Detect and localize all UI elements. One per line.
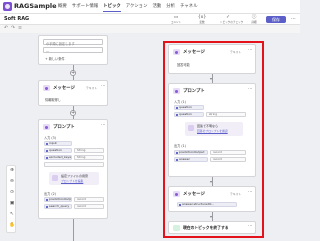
tab-activity[interactable]: 活動	[152, 3, 161, 9]
prompt-callout: 設定ファイルの用意 プロンプトを編集	[49, 172, 99, 185]
input-type: String	[74, 148, 104, 153]
more-options-icon[interactable]: ⋯	[291, 16, 296, 22]
highlight-box	[163, 41, 264, 238]
edit-prompt-link[interactable]: プロンプトを編集	[61, 179, 83, 183]
input-type	[44, 162, 104, 167]
chevron-down-icon[interactable]: ⌄	[23, 16, 26, 21]
edit-toolstrip: ↶ ↷ ≡	[0, 25, 300, 33]
input-variable[interactable]: question	[44, 148, 72, 153]
input-type: String	[74, 155, 104, 160]
zoom-out-icon[interactable]: ⊖	[7, 179, 17, 184]
fit-view-icon[interactable]: ⊙	[7, 190, 17, 195]
top-bar: RAGSample 概要 サポート情報 トピック アクション 活動 分析 チャネ…	[0, 0, 300, 14]
zoom-controls: ⊕ ⊖ ⊙ ▣ ↖ ✋	[6, 165, 16, 233]
save-button[interactable]: 保存	[266, 16, 286, 23]
app-title[interactable]: RAGSample	[14, 2, 57, 10]
tab-bar: 概要 サポート情報 トピック アクション 活動 分析 チャネル	[58, 3, 198, 12]
details-button[interactable]: ⓘ 詳細	[246, 15, 262, 24]
tab-overview[interactable]: 概要	[58, 3, 67, 9]
message-card-left[interactable]: メッセージ テキスト ⋯ 情報取得し	[38, 80, 108, 106]
minimap-icon[interactable]: ▣	[7, 201, 17, 206]
tab-analytics[interactable]: 分析	[166, 3, 175, 9]
prompt-card-left[interactable]: プロンプト ⋯ 入力 (3) input question String exc…	[38, 119, 108, 219]
new-condition-link[interactable]: + 新しい条件	[45, 56, 65, 61]
more-icon[interactable]: ⋯	[101, 123, 105, 128]
pan-icon[interactable]: ✋	[7, 223, 17, 228]
tab-channels[interactable]: チャネル	[180, 3, 198, 9]
output-type: record	[74, 197, 104, 202]
prompt-icon	[43, 124, 50, 130]
variables-button[interactable]: {x} 変数	[194, 15, 210, 24]
comment-button[interactable]: ▭ コメント	[168, 15, 184, 24]
undo-icon[interactable]: ↶	[4, 26, 8, 31]
connector	[73, 219, 74, 241]
input-variable[interactable]: input	[44, 141, 72, 146]
input-variable[interactable]: excluded_keywords	[44, 155, 72, 160]
output-variable[interactable]: search_query	[44, 204, 72, 209]
topic-toolbar: Soft RAG ⌄ ▭ コメント {x} 変数 ✓ トピックのチェック ⓘ 詳…	[0, 14, 300, 25]
message-icon	[43, 85, 50, 91]
redo-icon[interactable]: ↷	[11, 26, 15, 31]
tab-actions[interactable]: アクション	[126, 3, 148, 9]
output-variable[interactable]: predictionOutput	[44, 197, 72, 202]
more-icon[interactable]: ⋯	[101, 84, 105, 89]
condition-field[interactable]: の手順に設定します	[43, 39, 103, 46]
add-node-button[interactable]: +	[70, 110, 76, 116]
topic-checker-button[interactable]: ✓ トピックのチェック	[220, 15, 243, 24]
add-node-button[interactable]: +	[70, 70, 76, 76]
collapse-icon[interactable]: ≡	[18, 26, 22, 31]
prompt-edit-icon	[52, 175, 58, 181]
zoom-in-icon[interactable]: ⊕	[7, 168, 17, 173]
tab-knowledge[interactable]: サポート情報	[72, 3, 98, 9]
tab-topics[interactable]: トピック	[103, 3, 121, 12]
select-icon[interactable]: ↖	[7, 212, 17, 217]
copilot-studio-logo	[3, 2, 12, 11]
output-type: record	[74, 204, 104, 209]
condition-select[interactable]: ...	[43, 47, 103, 53]
condition-card[interactable]: の手順に設定します ... + 新しい条件	[38, 35, 108, 65]
